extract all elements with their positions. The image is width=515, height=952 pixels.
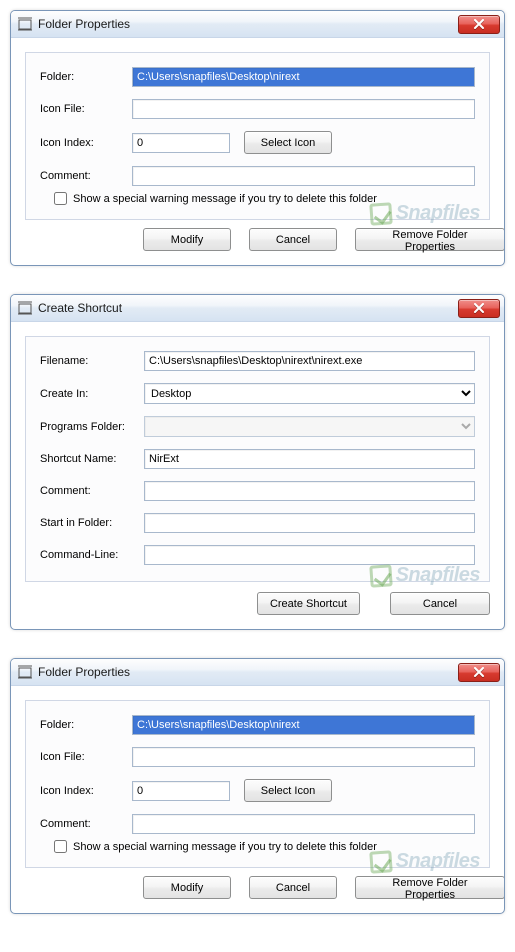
modify-button[interactable]: Modify [143,876,231,899]
warning-checkbox-label: Show a special warning message if you tr… [73,841,377,853]
folder-properties-dialog-1: Folder Properties Folder: Icon File: Ico… [10,10,505,266]
icon-file-label: Icon File: [40,751,132,763]
cancel-button[interactable]: Cancel [249,876,337,899]
create-in-select[interactable]: Desktop [144,383,475,404]
filename-input[interactable] [144,351,475,371]
remove-properties-button[interactable]: Remove Folder Properties [355,228,505,251]
comment-input[interactable] [144,481,475,501]
folder-properties-dialog-2: Folder Properties Folder: Icon File: Ico… [10,658,505,914]
create-in-label: Create In: [40,388,144,400]
icon-file-label: Icon File: [40,103,132,115]
window-title: Create Shortcut [38,301,458,315]
start-in-input[interactable] [144,513,475,533]
shortcut-name-label: Shortcut Name: [40,453,144,465]
cancel-button[interactable]: Cancel [249,228,337,251]
select-icon-button[interactable]: Select Icon [244,131,332,154]
shortcut-name-input[interactable] [144,449,475,469]
command-line-input[interactable] [144,545,475,565]
programs-folder-select [144,416,475,437]
close-button[interactable] [458,15,500,34]
command-line-label: Command-Line: [40,549,144,561]
folder-input[interactable] [132,67,475,87]
window-title: Folder Properties [38,17,458,31]
cancel-button[interactable]: Cancel [390,592,490,615]
icon-index-label: Icon Index: [40,785,132,797]
filename-label: Filename: [40,355,144,367]
comment-label: Comment: [40,170,132,182]
programs-folder-label: Programs Folder: [40,421,144,433]
titlebar[interactable]: Create Shortcut [11,295,504,322]
icon-index-label: Icon Index: [40,137,132,149]
select-icon-button[interactable]: Select Icon [244,779,332,802]
titlebar[interactable]: Folder Properties [11,11,504,38]
close-button[interactable] [458,299,500,318]
folder-label: Folder: [40,719,132,731]
close-button[interactable] [458,663,500,682]
warning-checkbox[interactable] [54,192,67,205]
comment-input[interactable] [132,814,475,834]
icon-index-input[interactable] [132,133,230,153]
app-icon [17,16,33,32]
icon-file-input[interactable] [132,747,475,767]
icon-file-input[interactable] [132,99,475,119]
create-shortcut-button[interactable]: Create Shortcut [257,592,360,615]
modify-button[interactable]: Modify [143,228,231,251]
warning-checkbox-label: Show a special warning message if you tr… [73,193,377,205]
window-title: Folder Properties [38,665,458,679]
folder-input[interactable] [132,715,475,735]
start-in-label: Start in Folder: [40,517,144,529]
folder-label: Folder: [40,71,132,83]
warning-checkbox[interactable] [54,840,67,853]
remove-properties-button[interactable]: Remove Folder Properties [355,876,505,899]
icon-index-input[interactable] [132,781,230,801]
comment-input[interactable] [132,166,475,186]
comment-label: Comment: [40,485,144,497]
app-icon [17,664,33,680]
app-icon [17,300,33,316]
create-shortcut-dialog: Create Shortcut Filename: Create In: Des… [10,294,505,630]
comment-label: Comment: [40,818,132,830]
titlebar[interactable]: Folder Properties [11,659,504,686]
